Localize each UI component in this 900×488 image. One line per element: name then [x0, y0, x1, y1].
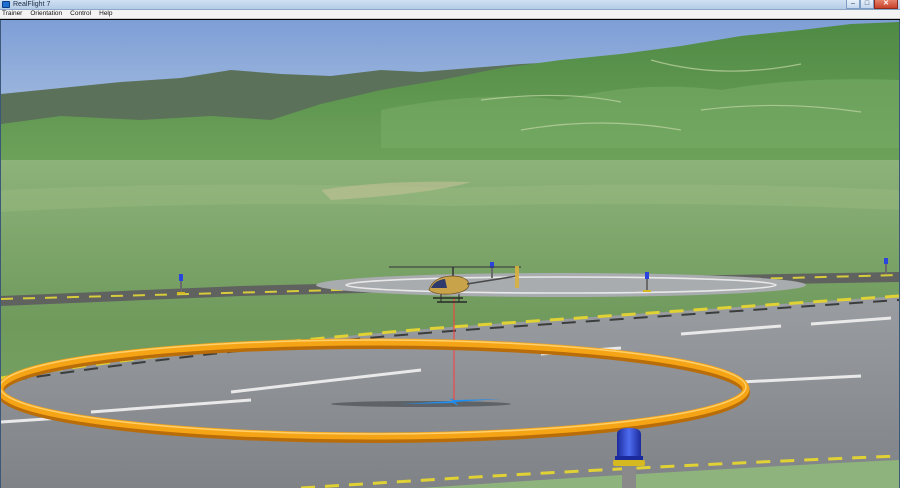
maximize-button[interactable]: □	[860, 0, 874, 9]
menu-control[interactable]: Control	[70, 10, 91, 18]
window-controls: – □ ✕	[846, 0, 898, 9]
app-icon	[2, 1, 10, 8]
menu-help[interactable]: Help	[99, 10, 112, 18]
simulator-viewport[interactable]	[0, 20, 900, 488]
close-button[interactable]: ✕	[874, 0, 898, 9]
minimize-button[interactable]: –	[846, 0, 860, 9]
flight-scene[interactable]	[1, 20, 899, 488]
maximize-icon: □	[864, 0, 870, 7]
menu-bar: Trainer Orientation Control Help	[0, 10, 900, 19]
helicopter-shadow	[331, 401, 511, 407]
title-bar: RealFlight 7 – □ ✕	[0, 0, 900, 10]
menu-orientation[interactable]: Orientation	[30, 10, 62, 18]
menu-trainer[interactable]: Trainer	[2, 10, 22, 18]
window-title: RealFlight 7	[13, 0, 51, 8]
minimize-icon: –	[851, 0, 855, 7]
tail-rotor	[515, 266, 519, 288]
close-icon: ✕	[883, 0, 889, 7]
